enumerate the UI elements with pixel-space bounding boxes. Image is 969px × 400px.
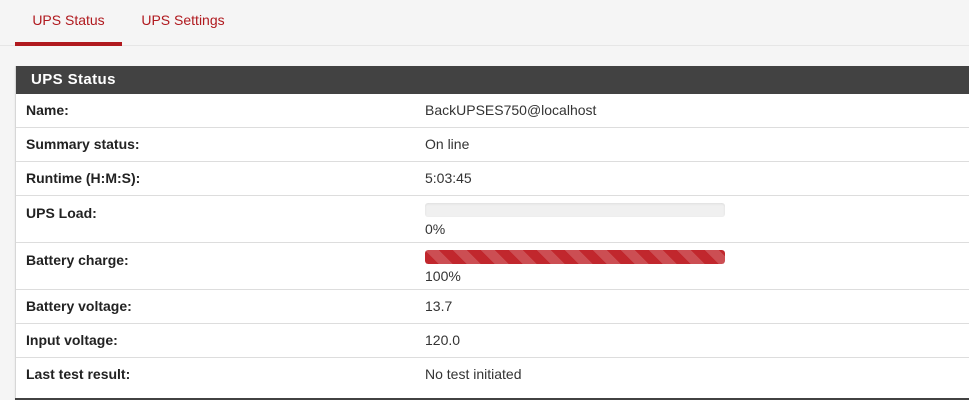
table-row: Name: BackUPSES750@localhost — [16, 94, 969, 128]
table-row: Input voltage: 120.0 — [16, 323, 969, 358]
row-label-battery-charge: Battery charge: — [16, 242, 425, 290]
table-row: Battery voltage: 13.7 — [16, 289, 969, 324]
ups-load-progress-bar — [425, 203, 725, 217]
tab-ups-status[interactable]: UPS Status — [15, 0, 122, 46]
row-label-runtime: Runtime (H:M:S): — [16, 161, 425, 196]
battery-charge-percent-text: 100% — [425, 268, 461, 284]
row-label-summary-status: Summary status: — [16, 127, 425, 162]
row-value-battery-charge: 100% — [425, 242, 969, 290]
panel-title: UPS Status — [16, 66, 969, 94]
row-label-input-voltage: Input voltage: — [16, 323, 425, 358]
ups-status-panel: UPS Status Name: BackUPSES750@localhost … — [15, 66, 969, 400]
row-value-name: BackUPSES750@localhost — [425, 102, 597, 118]
battery-charge-progress-fill — [425, 250, 725, 264]
ups-status-table: Name: BackUPSES750@localhost Summary sta… — [16, 94, 969, 391]
row-value-last-test-result: No test initiated — [425, 357, 969, 391]
table-row: Battery charge: 100% — [16, 242, 969, 290]
ups-load-percent-text: 0% — [425, 221, 446, 237]
row-value-ups-load: 0% — [425, 195, 969, 243]
table-row: Summary status: On line — [16, 127, 969, 162]
row-label-battery-voltage: Battery voltage: — [16, 289, 425, 324]
row-value-input-voltage: 120.0 — [425, 323, 969, 358]
row-value-runtime: 5:03:45 — [425, 161, 969, 196]
tab-ups-settings[interactable]: UPS Settings — [126, 0, 240, 46]
table-row: Last test result: No test initiated — [16, 357, 969, 391]
row-value-summary-status: On line — [425, 127, 969, 162]
table-row: Runtime (H:M:S): 5:03:45 — [16, 161, 969, 196]
tab-bar: UPS Status UPS Settings — [0, 0, 969, 46]
row-label-name: Name: — [26, 102, 69, 118]
battery-charge-progress-bar — [425, 250, 725, 264]
row-value-battery-voltage: 13.7 — [425, 289, 969, 324]
row-label-last-test-result: Last test result: — [16, 357, 425, 391]
table-row: UPS Load: 0% — [16, 195, 969, 243]
row-label-ups-load: UPS Load: — [16, 195, 425, 243]
